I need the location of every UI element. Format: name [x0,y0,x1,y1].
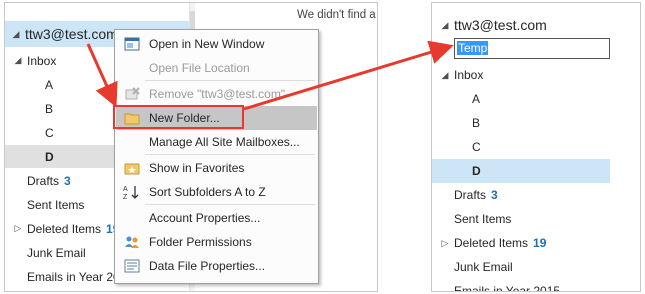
collapse-icon[interactable]: ◢ [440,70,450,81]
menu-item-label: Folder Permissions [149,235,252,249]
folder-label: A [472,92,481,106]
selected-text: Temp [457,41,489,55]
remove-icon [121,84,143,104]
right-scrollbar[interactable] [620,3,640,291]
unread-count-badge: 3 [64,173,71,188]
context-menu: Open in New Window Open File Location Remo… [114,29,319,284]
sort-az-icon: AZ [121,182,143,202]
menu-item-sort-subfolders-a-to-z[interactable]: A Z Sort Subfolders A to Z [116,180,317,204]
account-label: ttw3@test.com [25,26,118,42]
folder-label: Inbox [454,68,484,82]
svg-text:Z: Z [123,194,128,200]
folder-item-d[interactable]: D [432,159,610,183]
collapse-icon[interactable]: ◢ [11,29,21,40]
folder-label: Emails in Year 2015 [454,284,561,292]
expand-icon[interactable]: ▷ [13,223,23,234]
folder-label: Sent Items [454,212,512,226]
folder-item-emails-in-year-2015[interactable]: Emails in Year 2015 [432,279,610,292]
menu-item-label: Open in New Window [149,37,265,51]
folder-label: Deleted Items [454,236,529,250]
menu-separator [145,80,315,81]
folder-label: Emails in Year 20 [27,269,120,284]
folder-item-sent-items[interactable]: Sent Items [432,207,610,231]
right-folder-pane: ◢ ttw3@test.com Temp ◢ Inbox A B C D Drafts 3 Se… [431,2,641,292]
folder-item-deleted-items[interactable]: ▷ Deleted Items 19 [432,231,610,255]
permissions-icon [121,232,143,252]
menu-separator [145,154,315,155]
folder-label: Inbox [27,53,57,68]
menu-item-open-in-new-window[interactable]: Open in New Window [116,32,317,56]
folder-label: Drafts [454,188,487,202]
menu-icon-placeholder [121,132,143,152]
data-file-icon [121,256,143,276]
folder-label: Sent Items [27,197,85,212]
folder-label: D [45,149,54,164]
folder-item-a[interactable]: A [432,87,610,111]
folder-label: B [45,101,54,116]
folder-label: C [472,140,481,154]
menu-item-data-file-properties[interactable]: Data File Properties... [116,254,317,278]
open-window-icon [121,34,143,54]
folder-item-b[interactable]: B [432,111,610,135]
menu-icon-placeholder [121,208,143,228]
folder-label: D [472,164,481,178]
menu-item-label: Open File Location [149,61,250,75]
svg-text:A: A [123,186,128,193]
folder-label: Junk Email [454,260,513,274]
menu-item-label: Data File Properties... [149,259,266,273]
menu-item-open-file-location[interactable]: Open File Location [116,56,317,80]
menu-item-folder-permissions[interactable]: Folder Permissions [116,230,317,254]
account-row[interactable]: ◢ ttw3@test.com [432,13,610,37]
unread-count-badge: 3 [491,188,498,202]
reading-pane-message: We didn't find a [297,9,376,21]
collapse-icon[interactable]: ◢ [13,55,23,66]
menu-item-label: Sort Subfolders A to Z [149,185,266,199]
folder-label: Deleted Items [27,221,102,236]
menu-item-label: Show in Favorites [149,161,245,175]
menu-item-label: Remove "ttw3@test.com" [149,87,286,101]
folder-label: C [45,125,54,140]
favorites-icon [121,158,143,178]
menu-item-label: Manage All Site Mailboxes... [149,135,300,149]
menu-icon-placeholder [121,58,143,78]
folder-label: A [45,77,54,92]
menu-item-remove-ttw3-test-com[interactable]: Remove "ttw3@test.com" [116,82,317,106]
menu-separator [145,204,315,205]
account-label: ttw3@test.com [454,17,547,33]
menu-item-manage-all-site-mailboxes[interactable]: Manage All Site Mailboxes... [116,130,317,154]
expand-icon[interactable]: ▷ [440,238,450,249]
folder-item-c[interactable]: C [432,135,610,159]
menu-item-account-properties[interactable]: Account Properties... [116,206,317,230]
collapse-icon[interactable]: ◢ [440,20,450,31]
folder-label: B [472,116,481,130]
menu-item-label: Account Properties... [149,211,261,225]
unread-count-badge: 19 [533,236,547,250]
folder-item-junk-email[interactable]: Junk Email [432,255,610,279]
new-folder-name-input[interactable]: Temp [454,38,610,59]
folder-item-inbox[interactable]: ◢ Inbox [432,63,610,87]
folder-label: Junk Email [27,245,86,260]
menu-item-show-in-favorites[interactable]: Show in Favorites [116,156,317,180]
folder-label: Drafts [27,173,60,188]
annotation-highlight-box [113,105,244,129]
folder-item-drafts[interactable]: Drafts 3 [432,183,610,207]
